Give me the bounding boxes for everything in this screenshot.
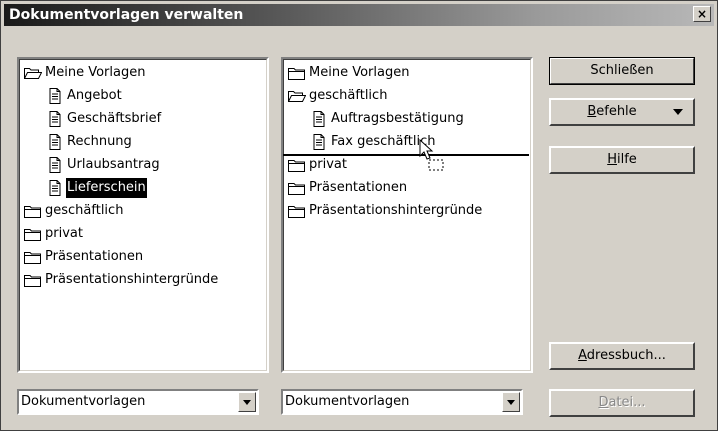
document-icon [310,111,328,127]
left-template-list[interactable]: Meine Vorlagen Angebot Geschäftsbrief Rechn… [17,57,269,373]
drag-cursor-icon [419,139,444,171]
left-list-item-label: Geschäftsbrief [67,111,162,126]
left-list-item-label: Urlaubsantrag [67,157,160,172]
document-icon [46,180,64,196]
templates-dialog: Dokumentvorlagen verwalten × Meine Vorla… [0,0,718,431]
folder-icon [288,203,306,219]
commands-button-label: Befehle [587,104,637,119]
folder-open-icon [23,65,43,81]
folder-icon [24,272,42,288]
document-icon [46,111,64,127]
right-category-value: Dokumentvorlagen [285,394,410,409]
folder-icon [24,203,42,219]
dropdown-arrow-icon [673,109,683,115]
right-list-item-label: Präsentationen [309,180,408,195]
left-list-item-label: Präsentationshintergründe [45,272,219,287]
left-list-item-label: Präsentationen [45,249,144,264]
document-icon [46,134,64,150]
drop-indicator-line [283,154,529,156]
left-list-item-label: geschäftlich [45,203,124,218]
folder-icon [288,180,306,196]
close-button[interactable]: Schließen [549,57,695,85]
right-list-item-label: privat [309,157,347,172]
left-list-body: Meine Vorlagen Angebot Geschäftsbrief Rechn… [19,59,267,371]
right-category-select[interactable]: Dokumentvorlagen [281,389,523,415]
help-button-label: Hilfe [607,152,637,167]
folder-icon [288,65,306,81]
right-list-item-label: Meine Vorlagen [309,65,410,80]
addressbook-button-label: Adressbuch... [578,348,666,363]
close-icon[interactable]: × [693,6,711,22]
folder-open-icon [287,88,307,104]
left-list-item-label: Rechnung [67,134,132,149]
right-list-item-label: geschäftlich [309,88,388,103]
folder-icon [24,226,42,242]
folder-icon [24,249,42,265]
left-list-item-label: Meine Vorlagen [45,65,146,80]
document-icon [46,88,64,104]
left-list-item-label: Angebot [67,88,122,103]
left-list-item-label: Lieferschein [66,178,147,198]
dialog-title: Dokumentvorlagen verwalten [9,7,244,23]
right-list-body: Meine Vorlagen geschäftlich Auftragsbestät… [283,59,531,371]
left-category-value: Dokumentvorlagen [21,394,146,409]
right-list-item-label: Präsentationshintergründe [309,203,483,218]
close-button-label: Schließen [590,63,654,78]
document-icon [310,134,328,150]
left-category-select[interactable]: Dokumentvorlagen [17,389,259,415]
file-button-label: Datei... [598,395,646,410]
title-bar: Dokumentvorlagen verwalten × [4,4,714,26]
right-template-list[interactable]: Meine Vorlagen geschäftlich Auftragsbestät… [281,57,533,373]
document-icon [46,157,64,173]
right-list-item-label: Auftragsbestätigung [331,111,464,126]
chevron-down-icon[interactable] [238,392,256,412]
commands-button[interactable]: Befehle [549,98,695,126]
left-list-item-label: privat [45,226,83,241]
folder-icon [288,157,306,173]
help-button[interactable]: Hilfe [549,146,695,174]
file-button[interactable]: Datei... [549,389,695,417]
addressbook-button[interactable]: Adressbuch... [549,342,695,370]
chevron-down-icon[interactable] [502,392,520,412]
